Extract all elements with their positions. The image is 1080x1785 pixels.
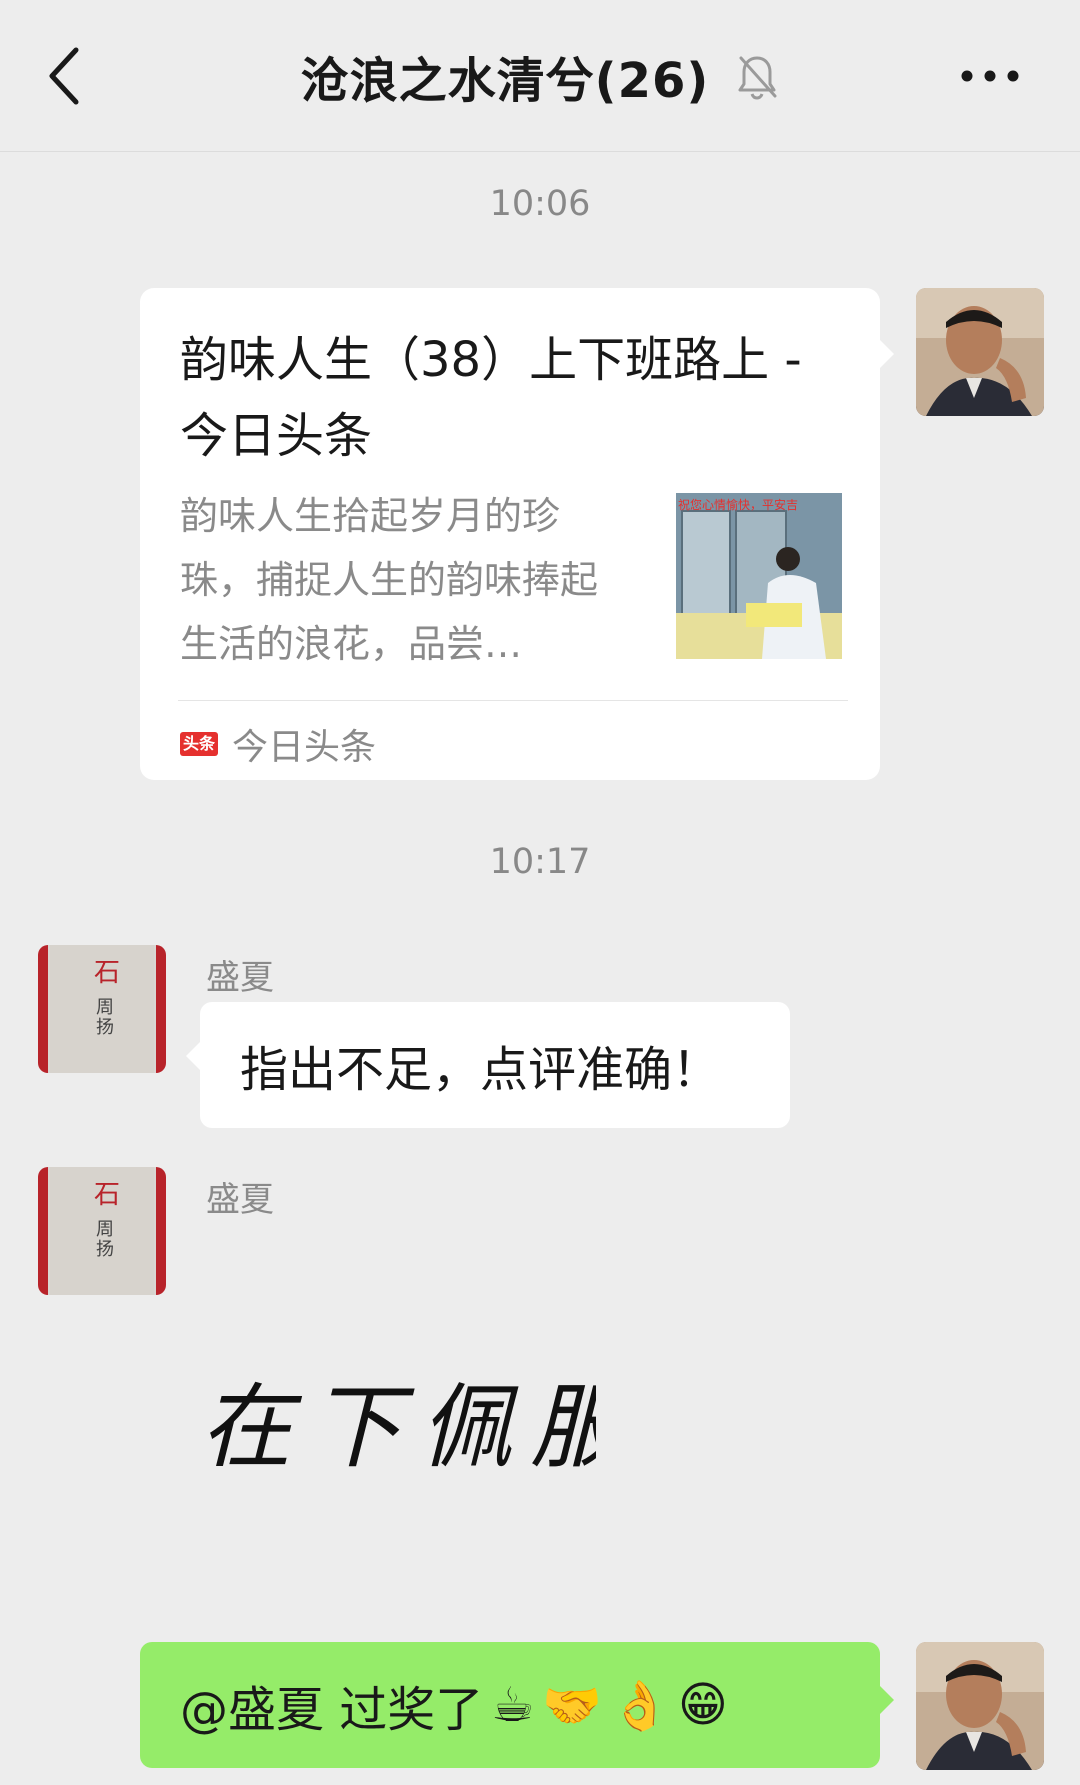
article-description: 韵味人生拾起岁月的珍珠，捕捉人生的韵味捧起生活的浪花，品尝… (180, 494, 599, 666)
reply-text: @盛夏 过奖了 (180, 1682, 484, 1738)
message-bubble[interactable]: 指出不足，点评准确！ (186, 1002, 790, 1128)
chat-title-area: 沧浪之水清兮(26) (0, 40, 1080, 112)
sender-name: 盛夏 (206, 1180, 274, 1220)
message-timestamp: 10:17 (489, 842, 591, 882)
chat-title: 沧浪之水清兮(26) (300, 53, 710, 109)
article-title: 韵味人生（38）上下班路上 - 今日头条 (180, 332, 802, 464)
more-button[interactable] (950, 50, 1030, 102)
svg-text:周: 周 (96, 1219, 114, 1240)
sender-name: 盛夏 (206, 958, 274, 998)
article-thumbnail: 祝您心情愉快，平安吉 (676, 493, 842, 659)
svg-text:石: 石 (94, 1180, 120, 1210)
svg-text:扬: 扬 (96, 1239, 114, 1260)
reply-bubble[interactable]: @盛夏 过奖了 ☕ 🤝 👌 😁 (140, 1642, 894, 1768)
svg-text:扬: 扬 (96, 1017, 114, 1038)
source-name: 今日头条 (232, 727, 377, 768)
sticker-message[interactable]: 在下佩服 (196, 1355, 622, 1505)
toutiao-logo-icon: 头条 (180, 732, 218, 756)
card-source: 头条 今日头条 (180, 716, 376, 772)
shared-article-card[interactable]: 韵味人生（38）上下班路上 - 今日头条 韵味人生拾起岁月的珍珠，捕捉人生的韵味… (140, 288, 894, 780)
contact-avatar[interactable]: 石 周 扬 (38, 1167, 166, 1295)
my-avatar[interactable] (916, 288, 1044, 416)
ok-hand-emoji-icon: 👌 (610, 1677, 670, 1734)
svg-text:祝您心情愉快，平安吉: 祝您心情愉快，平安吉 (678, 497, 798, 512)
svg-text:石: 石 (94, 958, 120, 988)
svg-text:周: 周 (96, 997, 114, 1018)
bell-off-icon (738, 56, 777, 100)
top-bar: 沧浪之水清兮(26) (0, 0, 1080, 152)
my-avatar[interactable] (916, 1642, 1044, 1770)
more-dots-icon (961, 70, 1019, 82)
message-timestamp: 10:06 (489, 184, 591, 224)
sticker-text: 在下佩服 (200, 1374, 596, 1481)
grin-emoji-icon: 😁 (677, 1677, 728, 1733)
coffee-emoji-icon: ☕ (491, 1677, 535, 1733)
message-text: 指出不足，点评准确！ (240, 1042, 721, 1098)
contact-avatar[interactable]: 石 周 扬 (38, 945, 166, 1073)
card-divider (178, 700, 848, 701)
handshake-emoji-icon: 🤝 (542, 1677, 603, 1734)
